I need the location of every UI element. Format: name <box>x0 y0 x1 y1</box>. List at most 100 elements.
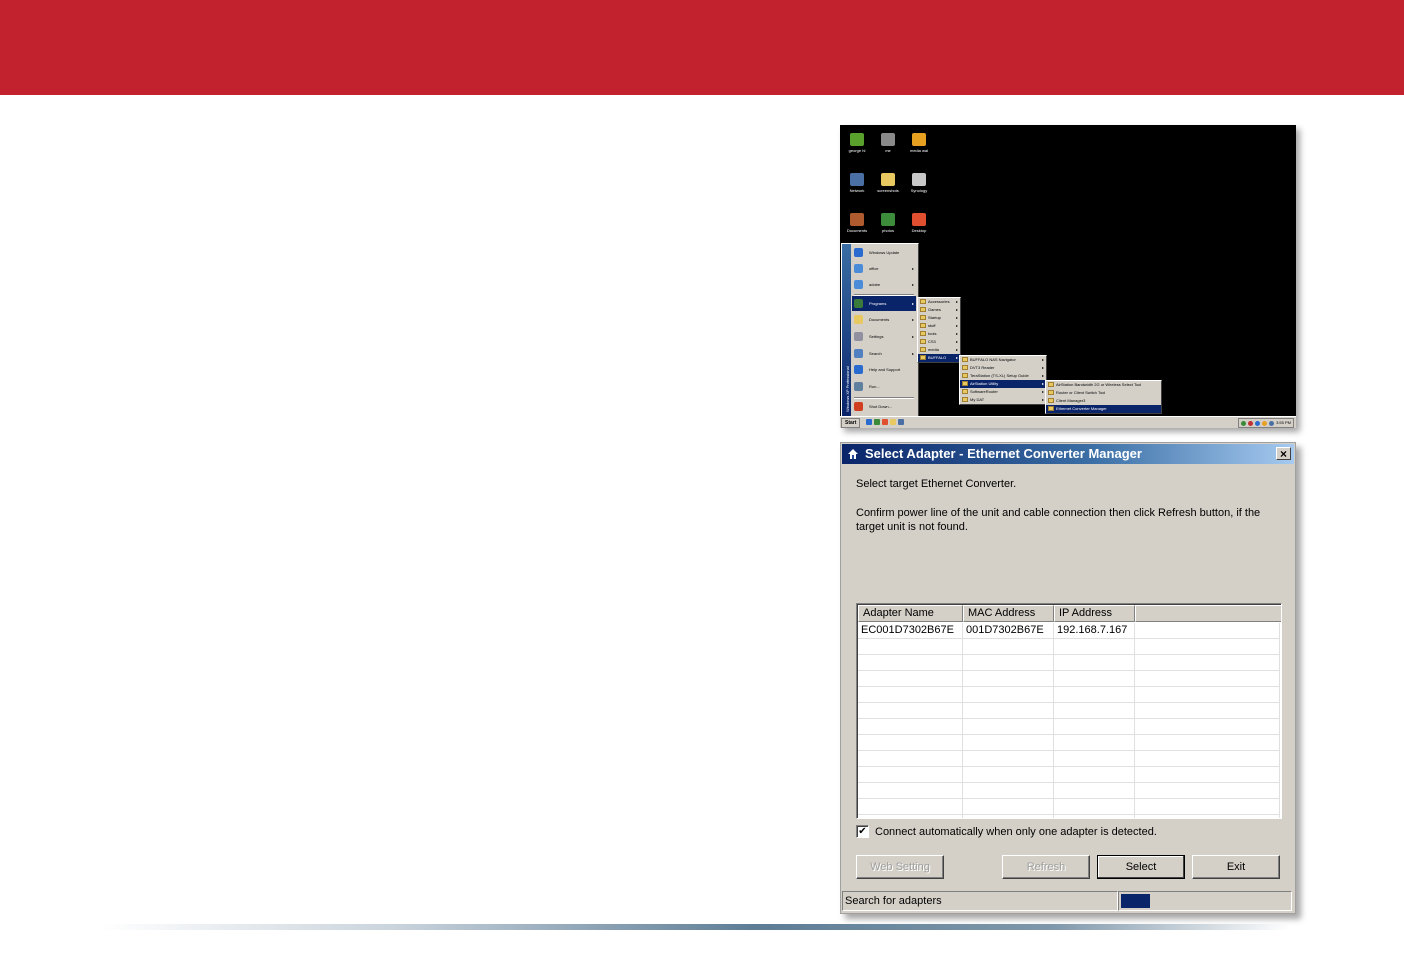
submenu-item[interactable]: Ethernet Converter Manager <box>1046 405 1161 413</box>
submenu-item[interactable]: media ▸ <box>918 346 960 354</box>
submenu-item[interactable]: Accessories ▸ <box>918 298 960 306</box>
media-icon[interactable] <box>898 419 904 425</box>
select-button[interactable]: Select <box>1097 855 1185 879</box>
title-bar[interactable]: Select Adapter - Ethernet Converter Mana… <box>842 444 1294 464</box>
desktop-icon[interactable]: Synology <box>906 173 932 193</box>
submenu-item[interactable]: Games ▸ <box>918 306 960 314</box>
adapter-list[interactable]: Adapter Name MAC Address IP Address EC001D… <box>856 603 1282 819</box>
submenu-arrow-icon: ▸ <box>911 317 914 322</box>
submenu-item[interactable]: BUFFALO NAS Navigator ▸ <box>960 356 1046 364</box>
table-cell <box>1135 815 1280 818</box>
start-menu-item[interactable]: Search ▸ <box>852 346 916 361</box>
firefox-icon[interactable] <box>882 419 888 425</box>
tray-icon[interactable] <box>1255 420 1261 426</box>
empty-table-row <box>858 751 1280 767</box>
submenu-item[interactable]: BUFFALO ▸ <box>918 354 960 362</box>
desktop-icon[interactable]: photos <box>875 213 901 233</box>
close-button[interactable]: × <box>1276 447 1291 460</box>
table-cell <box>1054 719 1135 734</box>
program-folder-icon <box>1048 406 1054 411</box>
start-menu-item[interactable]: Shut Down... <box>852 399 916 414</box>
submenu-item[interactable]: TeraStation (TS-XL) Setup Guide ▸ <box>960 372 1046 380</box>
submenu-item[interactable]: tools ▸ <box>918 330 960 338</box>
refresh-button[interactable]: Refresh <box>1002 855 1090 879</box>
table-row[interactable]: EC001D7302B67E 001D7302B67E 192.168.7.167 <box>858 623 1280 639</box>
submenu-arrow-icon: ▸ <box>911 282 914 287</box>
start-menu-item[interactable]: adobe ▸ <box>852 277 916 292</box>
desktop-icon[interactable]: Network <box>844 173 870 193</box>
submenu-item[interactable]: stuff ▸ <box>918 322 960 330</box>
submenu-item[interactable]: DVT3 Reader ▸ <box>960 364 1046 372</box>
start-button[interactable]: Start <box>841 418 861 428</box>
start-menu-item[interactable]: Help and Support <box>852 362 916 377</box>
start-menu-item-label: office <box>869 266 879 271</box>
desktop-icon[interactable]: Documents <box>844 213 870 233</box>
tray-icon[interactable] <box>1269 420 1275 426</box>
desktop-icon[interactable]: screenshots <box>875 173 901 193</box>
adapter-list-rows: EC001D7302B67E 001D7302B67E 192.168.7.167 <box>858 623 1280 818</box>
start-menu-item[interactable]: office ▸ <box>852 261 916 276</box>
empty-table-row <box>858 719 1280 735</box>
desktop-icon[interactable]: Desktop <box>906 213 932 233</box>
airstation-submenu: AirStation Bandwidth 2G or Wireless Sele… <box>1045 380 1162 414</box>
table-cell <box>858 735 963 750</box>
table-cell <box>1135 655 1280 670</box>
submenu-arrow-icon: ▸ <box>1041 389 1044 394</box>
swirl-icon <box>912 213 926 226</box>
table-cell <box>1054 815 1135 818</box>
submenu-item[interactable]: Startup ▸ <box>918 314 960 322</box>
start-menu-item[interactable]: Windows Update <box>852 245 916 260</box>
desktop-icon[interactable]: me <box>875 133 901 153</box>
table-cell <box>963 639 1054 654</box>
auto-connect-checkbox[interactable]: ✔ <box>856 825 869 838</box>
submenu-item-label: Startup <box>928 315 941 320</box>
table-cell <box>963 751 1054 766</box>
menu-item-icon <box>854 280 863 289</box>
start-menu-item[interactable]: Documents ▸ <box>852 312 916 327</box>
submenu-item-label: AirStation Utility <box>970 381 999 386</box>
desktop-icon[interactable]: media wal <box>906 133 932 153</box>
photo-folder-icon <box>881 213 895 226</box>
start-menu-item[interactable]: Settings ▸ <box>852 329 916 344</box>
submenu-item[interactable]: Router or Client Switch Tool <box>1046 389 1161 397</box>
column-header[interactable] <box>1135 605 1281 622</box>
submenu-arrow-icon: ▸ <box>1041 381 1044 386</box>
web-setting-button[interactable]: Web Setting <box>856 855 944 879</box>
table-cell <box>1135 767 1280 782</box>
table-cell <box>1135 751 1280 766</box>
ie-icon[interactable] <box>866 419 872 425</box>
auto-connect-option[interactable]: ✔ Connect automatically when only one ad… <box>856 825 1157 838</box>
submenu-item[interactable]: SoftwareRouter ▸ <box>960 388 1046 396</box>
desktop-icon[interactable]: george hi <box>844 133 870 153</box>
start-menu-item[interactable]: Run... <box>852 379 916 394</box>
column-header[interactable]: IP Address <box>1054 605 1135 622</box>
table-cell <box>1054 767 1135 782</box>
submenu-arrow-icon: ▸ <box>1041 373 1044 378</box>
submenu-item[interactable]: AirStation Utility ▸ <box>960 380 1046 388</box>
folder-icon[interactable] <box>890 419 896 425</box>
tray-icon[interactable] <box>1241 420 1247 426</box>
submenu-item[interactable]: Client Manager3 <box>1046 397 1161 405</box>
system-tray: 3:55 PM <box>1238 418 1294 428</box>
submenu-arrow-icon: ▸ <box>911 351 914 356</box>
table-cell <box>963 735 1054 750</box>
tray-icon[interactable] <box>1248 420 1254 426</box>
submenu-arrow-icon: ▸ <box>911 334 914 339</box>
folder-icon <box>881 173 895 186</box>
exit-button[interactable]: Exit <box>1192 855 1280 879</box>
desktop-icon-label: Synology <box>910 188 928 193</box>
program-folder-icon <box>920 323 926 328</box>
start-menu-item[interactable]: Programs ▸ <box>852 296 916 311</box>
app-icon[interactable] <box>874 419 880 425</box>
tray-icon[interactable] <box>1262 420 1268 426</box>
column-header[interactable]: MAC Address <box>963 605 1054 622</box>
empty-table-row <box>858 735 1280 751</box>
submenu-item[interactable]: AirStation Bandwidth 2G or Wireless Sele… <box>1046 381 1161 389</box>
column-header[interactable]: Adapter Name <box>858 605 963 622</box>
program-folder-icon <box>920 315 926 320</box>
auto-connect-label[interactable]: Connect automatically when only one adap… <box>875 826 1157 838</box>
submenu-item[interactable]: CS3 ▸ <box>918 338 960 346</box>
program-folder-icon <box>1048 382 1054 387</box>
submenu-item[interactable]: My DAT ▸ <box>960 396 1046 404</box>
table-cell: EC001D7302B67E <box>858 623 963 638</box>
